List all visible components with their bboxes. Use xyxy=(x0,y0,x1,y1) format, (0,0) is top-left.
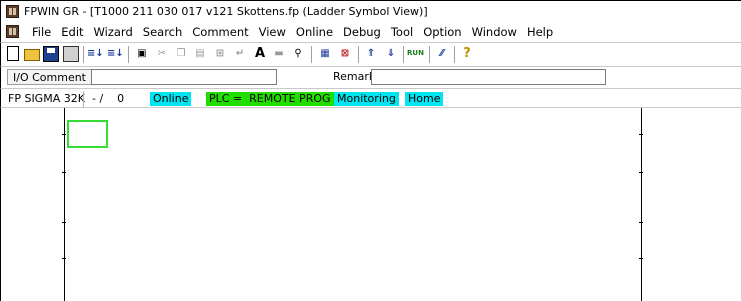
document-menu-icon[interactable] xyxy=(6,25,19,38)
rung-tick xyxy=(639,134,643,135)
menu-online[interactable]: Online xyxy=(291,25,338,39)
fpwin-app-icon[interactable] xyxy=(6,5,19,18)
title-bar[interactable]: FPWIN GR - [T1000 211 030 017 v121 Skott… xyxy=(0,0,741,22)
save-icon[interactable] xyxy=(43,46,59,62)
menu-comment[interactable]: Comment xyxy=(187,25,253,39)
home-status: Home xyxy=(405,92,444,106)
menu-help[interactable]: Help xyxy=(522,25,558,39)
left-power-rail xyxy=(64,108,65,301)
menu-edit[interactable]: Edit xyxy=(56,25,88,39)
print-icon[interactable] xyxy=(63,46,79,62)
remark-field[interactable] xyxy=(371,69,606,85)
text-a-icon[interactable]: A xyxy=(252,46,268,62)
ladder-editor[interactable] xyxy=(0,108,741,301)
fpwin-window: FPWIN GR - [T1000 211 030 017 v121 Skott… xyxy=(0,0,741,301)
toolbar-separator xyxy=(358,46,359,63)
open-folder-icon[interactable] xyxy=(24,49,40,61)
toolbar-separator xyxy=(83,46,84,63)
cut-icon[interactable]: ✂ xyxy=(154,46,170,62)
step-info: - / 0 xyxy=(92,92,125,105)
compile-icon[interactable]: ≡↓ xyxy=(87,46,104,62)
toolbar: ≡↓ ≡↓ ▣ ✂ ❐ ▤ ⊞ ↵ A ▬ ⚲ ▦ ⊠ ⇑ ⇓ RUN ⁄⁄ ? xyxy=(0,42,741,66)
register-icon[interactable]: ⊠ xyxy=(337,46,353,62)
plc-read-icon[interactable]: ⇑ xyxy=(363,46,379,62)
select-icon[interactable]: ▣ xyxy=(134,46,150,62)
ladder-cursor[interactable] xyxy=(67,120,108,148)
compile-all-icon[interactable]: ≡↓ xyxy=(107,46,124,62)
status-divider xyxy=(83,91,84,107)
rung-tick xyxy=(62,222,66,223)
right-power-rail xyxy=(641,108,642,301)
menu-option[interactable]: Option xyxy=(418,25,466,39)
menu-view[interactable]: View xyxy=(254,25,291,39)
io-comment-field[interactable] xyxy=(91,69,277,85)
plc-model: FP SIGMA 32K xyxy=(8,92,85,105)
menu-debug[interactable]: Debug xyxy=(338,25,386,39)
prog-mode-icon[interactable]: ⁄⁄ xyxy=(434,46,450,62)
online-status: Online xyxy=(150,92,192,106)
rung-tick xyxy=(62,258,66,259)
menu-bar: File Edit Wizard Search Comment View Onl… xyxy=(0,22,741,42)
insert-column-icon[interactable]: ⊞ xyxy=(212,46,228,62)
insert-line-icon[interactable]: ↵ xyxy=(232,46,248,62)
menu-wizard[interactable]: Wizard xyxy=(89,25,138,39)
rung-tick xyxy=(639,172,643,173)
run-icon[interactable]: RUN xyxy=(407,49,424,57)
rung-tick xyxy=(62,134,66,135)
plc-write-icon[interactable]: ⇓ xyxy=(383,46,399,62)
new-file-icon[interactable] xyxy=(7,46,19,61)
plc-mode-status: PLC = REMOTE PROG xyxy=(206,92,334,106)
monitor-panel-icon[interactable]: ▦ xyxy=(317,46,333,62)
toolbar-separator xyxy=(403,46,404,63)
window-title: FPWIN GR - [T1000 211 030 017 v121 Skott… xyxy=(24,5,428,18)
toolbar-separator xyxy=(454,46,455,63)
status-bar: FP SIGMA 32K - / 0 Online PLC = REMOTE P… xyxy=(0,88,741,108)
find-icon[interactable]: ⚲ xyxy=(290,46,306,62)
copy-icon[interactable]: ❐ xyxy=(173,46,189,62)
toolbar-separator xyxy=(429,46,430,63)
menu-items: File Edit Wizard Search Comment View Onl… xyxy=(27,25,558,39)
rung-tick xyxy=(62,172,66,173)
help-icon[interactable]: ? xyxy=(459,46,475,62)
toolbar-separator xyxy=(128,46,129,63)
monitoring-status: Monitoring xyxy=(334,92,399,106)
toolbar-separator xyxy=(311,46,312,63)
menu-window[interactable]: Window xyxy=(467,25,522,39)
block-icon[interactable]: ▬ xyxy=(271,46,287,62)
menu-search[interactable]: Search xyxy=(138,25,188,39)
menu-file[interactable]: File xyxy=(27,25,56,39)
paste-icon[interactable]: ▤ xyxy=(192,46,208,62)
io-comment-label: I/O Comment xyxy=(7,69,92,85)
comment-bar: I/O Comment Remark xyxy=(0,66,741,88)
menu-tool[interactable]: Tool xyxy=(386,25,418,39)
rung-tick xyxy=(639,258,643,259)
rung-tick xyxy=(639,222,643,223)
